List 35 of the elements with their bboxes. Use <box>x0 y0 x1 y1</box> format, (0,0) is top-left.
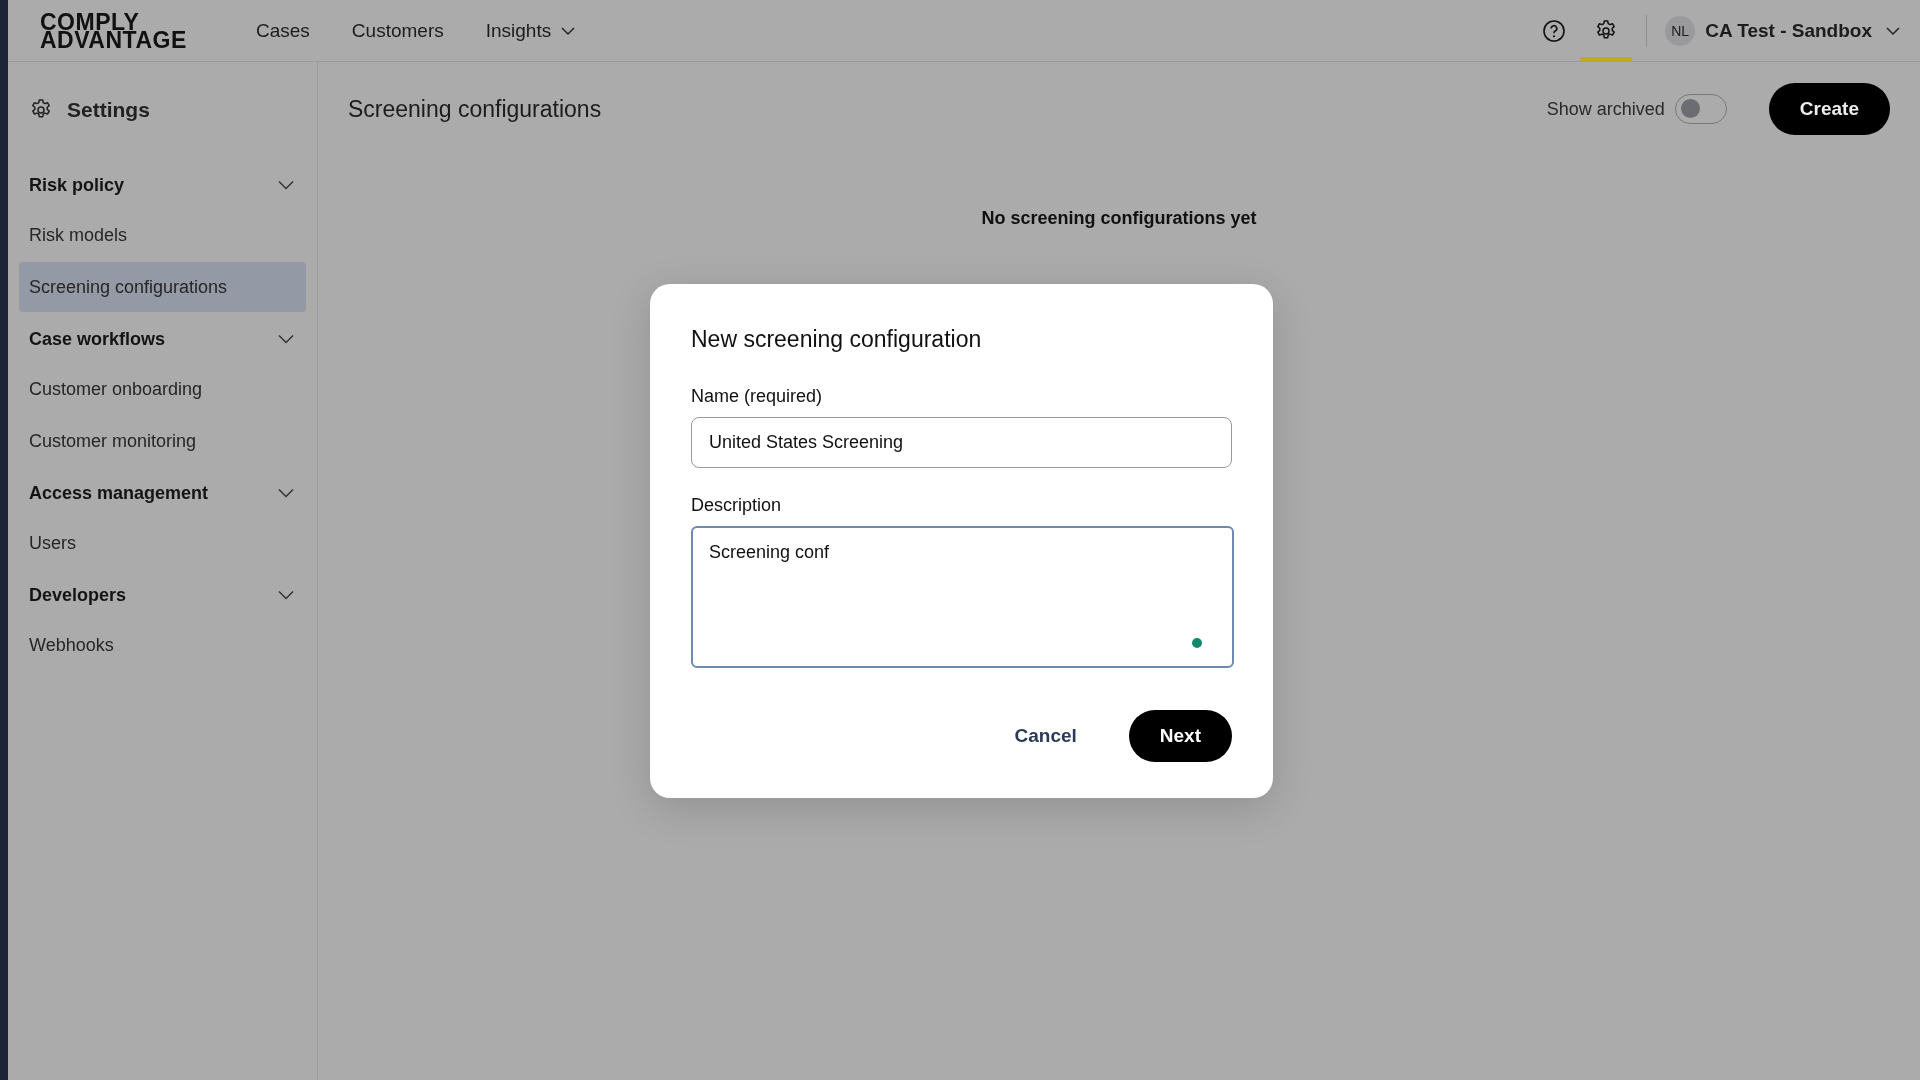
sidebar-section[interactable]: Risk policy <box>19 160 306 210</box>
sidebar-item[interactable]: Webhooks <box>19 620 306 670</box>
chevron-down-icon <box>278 334 294 344</box>
avatar: NL <box>1665 15 1696 46</box>
field-label: Name (required) <box>691 386 824 407</box>
empty-state-title: No screening configurations yet <box>981 208 1257 229</box>
account-menu[interactable]: NL CA Test - Sandbox <box>1665 15 1900 46</box>
help-icon <box>1542 18 1567 43</box>
chevron-down-icon <box>1886 25 1900 36</box>
chevron-down-icon <box>278 180 294 190</box>
nav-link[interactable]: Customers <box>335 11 460 50</box>
sidebar-title: Settings <box>67 98 150 122</box>
logo[interactable]: COMPLY ADVANTAGE <box>40 12 200 49</box>
next-button[interactable]: Next <box>1128 710 1232 762</box>
sidebar-item[interactable]: Customer onboarding <box>19 364 306 414</box>
sidebar-item[interactable]: Screening configurations <box>19 262 306 312</box>
sidebar-section[interactable]: Developers <box>19 570 306 620</box>
nav-link[interactable]: Insights <box>469 11 592 50</box>
sidebar-item[interactable]: Risk models <box>19 210 306 260</box>
sidebar-section[interactable]: Access management <box>19 468 306 518</box>
sidebar-item[interactable]: Users <box>19 518 306 568</box>
create-button[interactable]: Create <box>1768 83 1890 135</box>
sidebar-section[interactable]: Case workflows <box>19 314 306 364</box>
toggle-label: Show archived <box>1546 98 1665 120</box>
chevron-down-icon <box>278 590 294 600</box>
dialog-title: New screening configuration <box>691 326 983 353</box>
description-field[interactable]: Screening conf <box>691 526 1234 668</box>
sidebar-item[interactable]: Customer monitoring <box>19 416 306 466</box>
name-field[interactable]: United States Screening <box>691 417 1232 468</box>
nav-link[interactable]: Cases <box>240 11 326 50</box>
cancel-button[interactable]: Cancel <box>998 713 1093 759</box>
status-dot-icon <box>1192 638 1202 648</box>
chevron-down-icon <box>278 488 294 498</box>
page-title: Screening configurations <box>348 95 602 123</box>
field-label: Description <box>691 495 783 516</box>
